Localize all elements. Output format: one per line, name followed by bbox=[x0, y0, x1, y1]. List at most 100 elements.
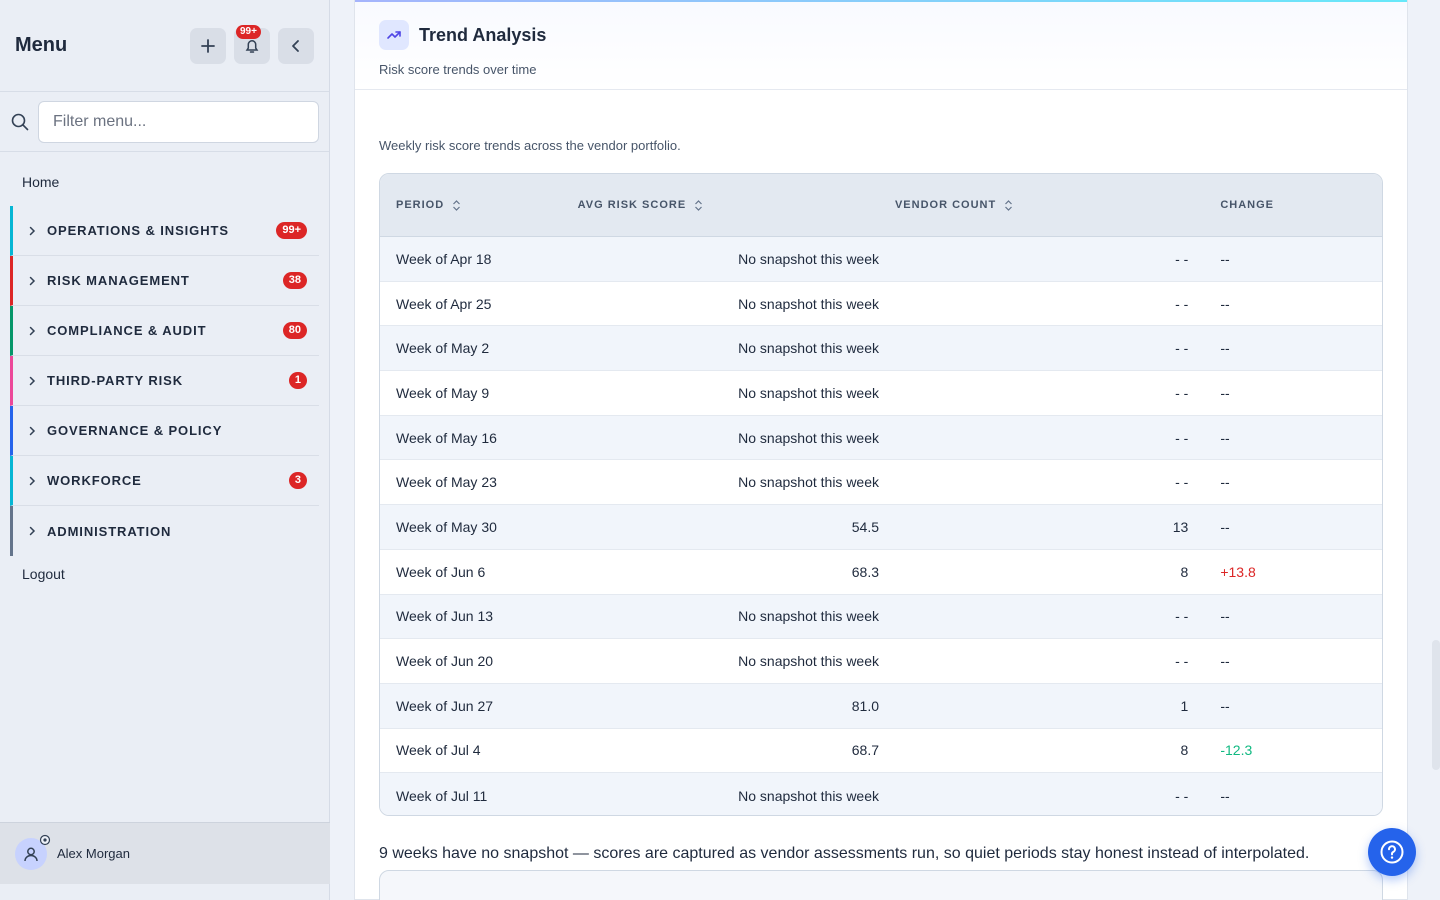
avg-risk-score-cell: No snapshot this week bbox=[738, 787, 879, 804]
scrollbar-thumb[interactable] bbox=[1432, 640, 1440, 770]
table-row: Week of Apr 25 No snapshot this week - - -- bbox=[380, 281, 1382, 327]
chevron-left-icon bbox=[292, 39, 299, 52]
period-cell: Week of Jun 27 bbox=[396, 697, 494, 714]
sidebar-group-label: RISK MANAGEMENT bbox=[47, 273, 190, 288]
help-icon bbox=[1380, 840, 1404, 864]
card-subtitle: Risk score trends over time bbox=[379, 62, 537, 77]
add-button[interactable] bbox=[190, 27, 226, 64]
vendor-count-cell: - - bbox=[1175, 474, 1189, 491]
count-badge: 1 bbox=[288, 372, 307, 389]
notification-badge: 99+ bbox=[236, 24, 261, 39]
column-header-vendor-count[interactable]: VENDOR COUNT bbox=[895, 199, 1204, 211]
vendor-count-cell: 8 bbox=[1180, 563, 1189, 580]
sidebar-group-label: GOVERNANCE & POLICY bbox=[47, 423, 223, 438]
change-cell: -- bbox=[1220, 787, 1230, 804]
column-header-avg-risk-score[interactable]: AVG RISK SCORE bbox=[578, 199, 895, 211]
menu-filter bbox=[0, 92, 329, 152]
sidebar-group-administration[interactable]: ADMINISTRATION bbox=[10, 506, 319, 556]
help-button[interactable] bbox=[1368, 828, 1416, 876]
sidebar-group-risk-management[interactable]: RISK MANAGEMENT 38 bbox=[10, 256, 319, 306]
column-header-change: CHANGE bbox=[1204, 199, 1382, 211]
chevron-right-icon bbox=[27, 226, 39, 236]
vendor-count-cell: - - bbox=[1175, 384, 1189, 401]
avg-risk-score-cell: No snapshot this week bbox=[738, 384, 879, 401]
change-cell: -- bbox=[1220, 518, 1230, 535]
column-label: VENDOR COUNT bbox=[894, 199, 997, 211]
avg-risk-score-cell: No snapshot this week bbox=[738, 295, 879, 312]
table-row: Week of Apr 18 No snapshot this week - - -- bbox=[380, 237, 1382, 282]
vendor-count-cell: - - bbox=[1175, 250, 1189, 267]
notifications-button[interactable]: 99+ bbox=[234, 24, 270, 64]
gear-icon bbox=[39, 834, 51, 845]
period-cell: Week of Jul 4 bbox=[396, 742, 481, 759]
user-profile[interactable]: Alex Morgan bbox=[0, 822, 330, 884]
snapshot-footnote: 9 weeks have no snapshot — scores are ca… bbox=[379, 845, 1310, 862]
filter-menu-input[interactable] bbox=[38, 100, 319, 143]
avg-risk-score-cell: 68.3 bbox=[851, 563, 879, 580]
sidebar-group-third-party-risk[interactable]: THIRD-PARTY RISK 1 bbox=[10, 356, 319, 406]
user-name: Alex Morgan bbox=[57, 846, 130, 861]
period-cell: Week of May 23 bbox=[396, 474, 497, 491]
chevron-right-icon bbox=[27, 376, 39, 386]
table-row: Week of Jun 20 No snapshot this week - - -- bbox=[380, 639, 1382, 684]
sidebar-title: Menu bbox=[15, 34, 68, 56]
change-cell: -- bbox=[1220, 697, 1230, 714]
trending-up-icon bbox=[379, 20, 409, 50]
sort-icon bbox=[1004, 199, 1013, 211]
table-row: Week of May 2 No snapshot this week - - -- bbox=[380, 326, 1382, 372]
change-cell: -- bbox=[1220, 429, 1230, 446]
sidebar: Menu 99+ Home OPERATIONS & INSIGHTS 99+ … bbox=[0, 0, 330, 900]
sidebar-group-label: OPERATIONS & INSIGHTS bbox=[47, 223, 229, 238]
avg-risk-score-cell: 54.5 bbox=[851, 518, 879, 535]
chevron-right-icon bbox=[27, 276, 39, 286]
sidebar-group-label: ADMINISTRATION bbox=[47, 523, 172, 539]
count-badge: 99+ bbox=[276, 222, 307, 239]
column-header-period[interactable]: PERIOD bbox=[380, 199, 578, 211]
change-cell: -- bbox=[1220, 653, 1230, 670]
sidebar-group-governance-policy[interactable]: GOVERNANCE & POLICY bbox=[10, 406, 319, 456]
sidebar-group-operations-insights[interactable]: OPERATIONS & INSIGHTS 99+ bbox=[10, 206, 319, 256]
vendor-count-cell: - - bbox=[1175, 787, 1189, 804]
avg-risk-score-cell: 68.7 bbox=[851, 742, 879, 759]
sidebar-header: Menu 99+ bbox=[0, 0, 329, 92]
table-row: Week of Jul 11 No snapshot this week - - -- bbox=[380, 773, 1382, 815]
period-cell: Week of May 2 bbox=[396, 340, 490, 357]
card-header: Trend Analysis Risk score trends over ti… bbox=[355, 0, 1407, 90]
table-header: PERIOD AVG RISK SCORE VENDOR COUNT CHANG… bbox=[380, 174, 1382, 237]
card-title: Trend Analysis bbox=[419, 24, 547, 45]
avg-risk-score-cell: No snapshot this week bbox=[738, 653, 879, 670]
sort-icon bbox=[694, 199, 703, 211]
period-cell: Week of Apr 25 bbox=[396, 295, 492, 312]
sidebar-item-home[interactable]: Home bbox=[0, 174, 329, 196]
user-icon bbox=[24, 847, 38, 861]
collapse-sidebar-button[interactable] bbox=[278, 27, 314, 64]
vendor-count-cell: - - bbox=[1175, 653, 1189, 670]
table-row: Week of Jun 6 68.3 8 +13.8 bbox=[380, 549, 1382, 595]
avg-risk-score-cell: No snapshot this week bbox=[738, 340, 879, 357]
sidebar-group-compliance-audit[interactable]: COMPLIANCE & AUDIT 80 bbox=[10, 306, 319, 356]
table-row: Week of Jul 4 68.7 8 -12.3 bbox=[380, 728, 1382, 774]
avg-risk-score-cell: No snapshot this week bbox=[738, 429, 879, 446]
vendor-count-cell: 8 bbox=[1180, 742, 1189, 759]
change-cell: -- bbox=[1220, 340, 1230, 357]
plus-icon bbox=[201, 38, 215, 53]
column-label: AVG RISK SCORE bbox=[577, 199, 687, 211]
change-cell: -- bbox=[1220, 608, 1230, 625]
next-panel bbox=[379, 870, 1383, 900]
count-badge: 3 bbox=[288, 472, 307, 489]
column-label: CHANGE bbox=[1220, 199, 1274, 211]
period-cell: Week of May 30 bbox=[396, 518, 497, 535]
avatar bbox=[15, 834, 51, 870]
chevron-right-icon bbox=[27, 326, 39, 336]
sidebar-group-workforce[interactable]: WORKFORCE 3 bbox=[10, 456, 319, 506]
trend-table: PERIOD AVG RISK SCORE VENDOR COUNT CHANG… bbox=[379, 173, 1383, 816]
table-row: Week of May 9 No snapshot this week - - -- bbox=[380, 371, 1382, 416]
change-cell: -12.3 bbox=[1220, 742, 1253, 759]
table-row: Week of May 30 54.5 13 -- bbox=[380, 505, 1382, 550]
count-badge: 80 bbox=[282, 322, 307, 339]
logout-link[interactable]: Logout bbox=[0, 566, 329, 582]
table-body: Week of Apr 18 No snapshot this week - - --… bbox=[380, 237, 1382, 815]
sidebar-groups: OPERATIONS & INSIGHTS 99+ RISK MANAGEMEN… bbox=[0, 206, 329, 556]
search-icon bbox=[10, 112, 30, 132]
table-row: Week of Jun 13 No snapshot this week - - -- bbox=[380, 594, 1382, 640]
